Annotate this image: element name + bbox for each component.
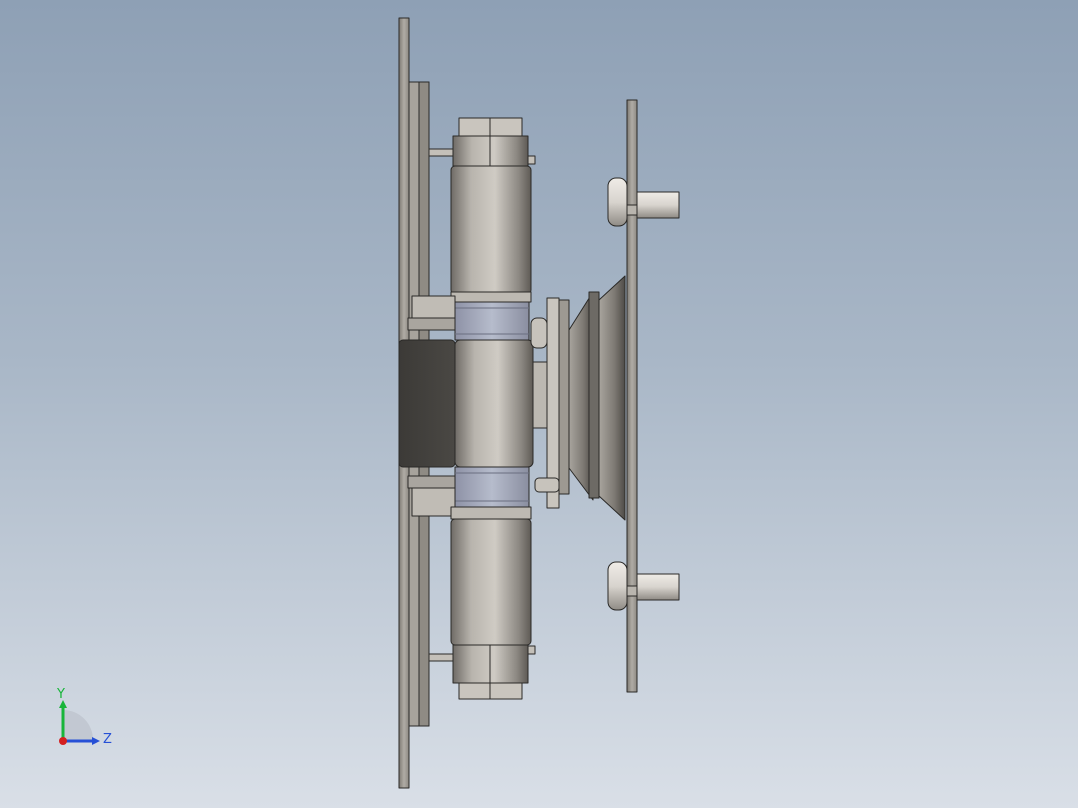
sleeve-upper[interactable] <box>454 301 530 341</box>
hex-nut-top[interactable] <box>452 117 529 167</box>
assembly-model[interactable] <box>0 0 1078 808</box>
small-nut-lower[interactable] <box>407 475 456 517</box>
orientation-triad[interactable]: Y Z <box>52 686 122 756</box>
suction-plate[interactable] <box>626 99 638 693</box>
y-axis-label: Y <box>57 687 65 702</box>
z-axis-label: Z <box>103 732 112 747</box>
hex-nut-bottom[interactable] <box>452 644 529 700</box>
stud-lower[interactable] <box>607 561 680 611</box>
cylinder-upper[interactable] <box>450 165 532 303</box>
cylinder-lower[interactable] <box>450 506 532 646</box>
suction-cup[interactable] <box>568 275 626 521</box>
center-block[interactable] <box>398 339 456 468</box>
cad-viewport[interactable]: Y Z <box>0 0 1078 808</box>
bracket[interactable] <box>530 297 570 509</box>
cylinder-center[interactable] <box>454 339 534 468</box>
sleeve-lower[interactable] <box>454 466 530 508</box>
small-nut-upper[interactable] <box>407 295 456 331</box>
stud-upper[interactable] <box>607 177 680 227</box>
